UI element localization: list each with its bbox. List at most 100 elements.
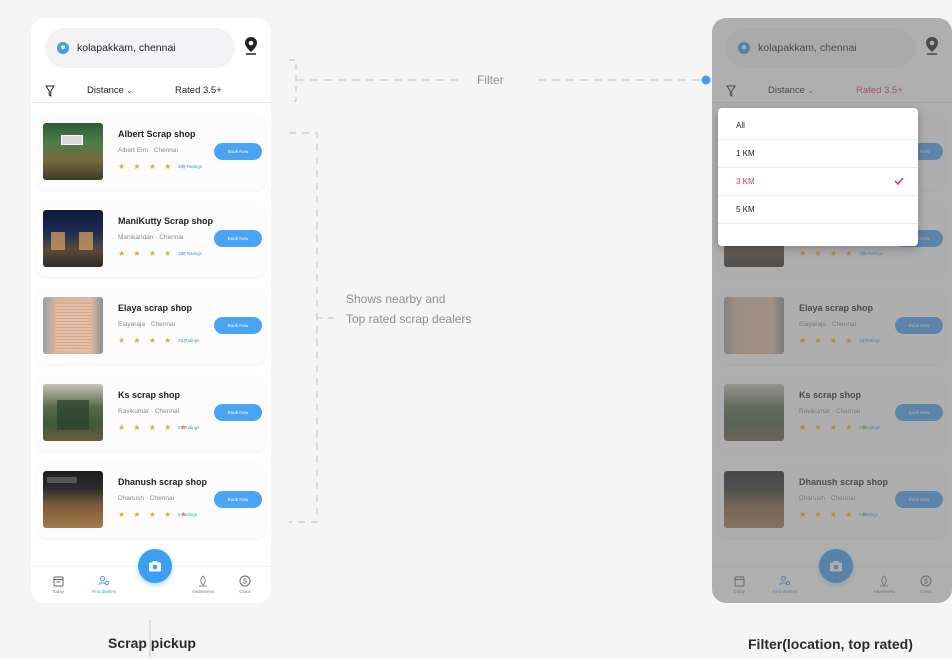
nav-coins-label: Coins [920,589,932,594]
location-pin-icon [738,42,750,54]
shop-owner: Elayaraja · Chennai [118,321,176,328]
location-text: kolapakkam, chennai [77,42,176,54]
filter-row: Distance ⌄ Rated 3.5+ [712,80,952,102]
coins-icon: $ [239,575,251,587]
filter-connector-dot [701,75,711,85]
filter-row: Distance ⌄ Rated 3.5+ [31,80,271,102]
shop-card[interactable]: Albert Scrap shop Albert Eim · Chennai ★… [37,114,265,190]
ratings-count: 34 Ratings [178,338,200,343]
dealers-icon [779,576,791,586]
rated-filter[interactable]: Rated 3.5+ [856,85,903,96]
shop-thumbnail [43,384,103,441]
shop-owner: Albert Eim · Chennai [118,147,178,154]
calendar-icon [734,576,744,587]
shop-name: ManiKutty Scrap shop [118,216,214,226]
dealers-icon [98,576,110,586]
shop-card[interactable]: Dhanush scrap shop Dhanush · Chennai ★ ★… [37,462,265,538]
shop-owner: Dhanush · Chennai [118,495,175,502]
camera-button[interactable] [138,549,172,583]
shop-name: Ks scrap shop [799,390,862,400]
ratings-count: 27 Ratings [178,425,200,430]
nav-find-dealers-label: Find dealers [772,589,798,594]
distance-filter-label: Distance [768,85,805,96]
shop-thumbnail [724,384,784,441]
shop-owner: Dhanush · Chennai [799,495,856,502]
shop-card[interactable]: Ks scrap shop Ravikumar · Chennai ★ ★ ★ … [718,375,946,451]
book-now-button[interactable]: Book Now [214,230,262,247]
distance-filter[interactable]: Distance ⌄ [768,85,813,96]
nav-awareness[interactable]: Awareness [183,575,223,594]
distance-filter[interactable]: Distance ⌄ [87,85,132,96]
shop-card[interactable]: Elaya scrap shop Elayaraja · Chennai ★ ★… [37,288,265,364]
book-now-button[interactable]: Book Now [895,404,943,421]
shop-card[interactable]: Ks scrap shop Ravikumar · Chennai ★ ★ ★ … [37,375,265,451]
distance-option-5km[interactable]: 5 KM [718,196,918,224]
ratings-count: 34 Ratings [859,338,881,343]
distance-option-all[interactable]: All [718,112,918,140]
distance-dropdown: All 1 KM 3 KM 5 KM [718,108,918,246]
camera-icon [149,561,161,572]
nav-today[interactable]: Today [38,575,78,594]
book-now-button[interactable]: Book Now [214,404,262,421]
nav-today-label: Today [732,589,745,594]
distance-option-3km-label: 3 KM [736,177,755,186]
svg-text:$: $ [243,579,247,586]
filter-annotation: Filter [477,73,504,87]
calendar-icon [53,576,63,587]
divider [712,102,952,103]
chevron-down-icon: ⌄ [126,88,133,95]
distance-option-3km[interactable]: 3 KM [718,168,918,196]
funnel-icon[interactable] [726,85,736,97]
map-pin-icon[interactable] [924,36,940,56]
nav-awareness[interactable]: Awareness [864,575,904,594]
location-search-bar[interactable]: kolapakkam, chennai [726,28,916,68]
shop-thumbnail [724,297,784,354]
nav-today-label: Today [51,589,64,594]
awareness-icon [880,575,888,587]
shop-card[interactable]: Elaya scrap shop Elayaraja · Chennai ★ ★… [718,288,946,364]
design-board: Filter Shows nearby and Top rated scrap … [0,0,952,659]
nav-today[interactable]: Today [719,575,759,594]
location-search-bar[interactable]: kolapakkam, chennai [45,28,235,68]
left-caption: Scrap pickup [108,635,196,651]
shop-thumbnail [724,471,784,528]
book-now-button[interactable]: Book Now [214,143,262,160]
list-annotation-line2: Top rated scrap dealers [346,312,472,326]
distance-option-1km[interactable]: 1 KM [718,140,918,168]
book-now-button[interactable]: Book Now [214,317,262,334]
right-caption: Filter(location, top rated) [748,636,913,652]
ratings-count: 345 Ratings [178,164,203,169]
shop-name: Elaya scrap shop [118,303,193,313]
camera-button[interactable] [819,549,853,583]
shop-owner: Ravikumar · Chennai [799,408,861,415]
shop-name: Elaya scrap shop [799,303,874,313]
book-now-button[interactable]: Book Now [895,491,943,508]
phone-screen-scrap-pickup: kolapakkam, chennai Distance ⌄ Rated 3.5… [31,18,271,603]
checkmark-icon [894,177,904,185]
shop-name: Albert Scrap shop [118,129,196,139]
location-pin-icon [57,42,69,54]
book-now-button[interactable]: Book Now [214,491,262,508]
map-pin-icon[interactable] [243,36,259,56]
divider [31,102,271,103]
nav-awareness-label: Awareness [191,589,215,594]
funnel-icon[interactable] [45,85,55,97]
nav-find-dealers[interactable]: Find dealers [765,575,805,594]
distance-filter-label: Distance [87,85,124,96]
phone-screen-filter: kolapakkam, chennai Distance ⌄ Rated 3.5… [712,18,952,603]
ratings-count: 5 Ratings [178,512,198,517]
rated-filter[interactable]: Rated 3.5+ [175,85,222,96]
nav-coins[interactable]: $ Coins [906,575,946,594]
nav-coins[interactable]: $ Coins [225,575,265,594]
ratings-count: 5 Ratings [859,512,879,517]
shop-card[interactable]: ManiKutty Scrap shop Manikandan · Chenna… [37,201,265,277]
nav-find-dealers-label: Find dealers [91,589,117,594]
nav-find-dealers[interactable]: Find dealers [84,575,124,594]
book-now-button[interactable]: Book Now [895,317,943,334]
awareness-icon [199,575,207,587]
shop-thumbnail [43,297,103,354]
shop-name: Dhanush scrap shop [118,477,208,487]
shop-thumbnail [43,210,103,267]
camera-icon [830,561,842,572]
shop-card[interactable]: Dhanush scrap shop Dhanush · Chennai ★ ★… [718,462,946,538]
